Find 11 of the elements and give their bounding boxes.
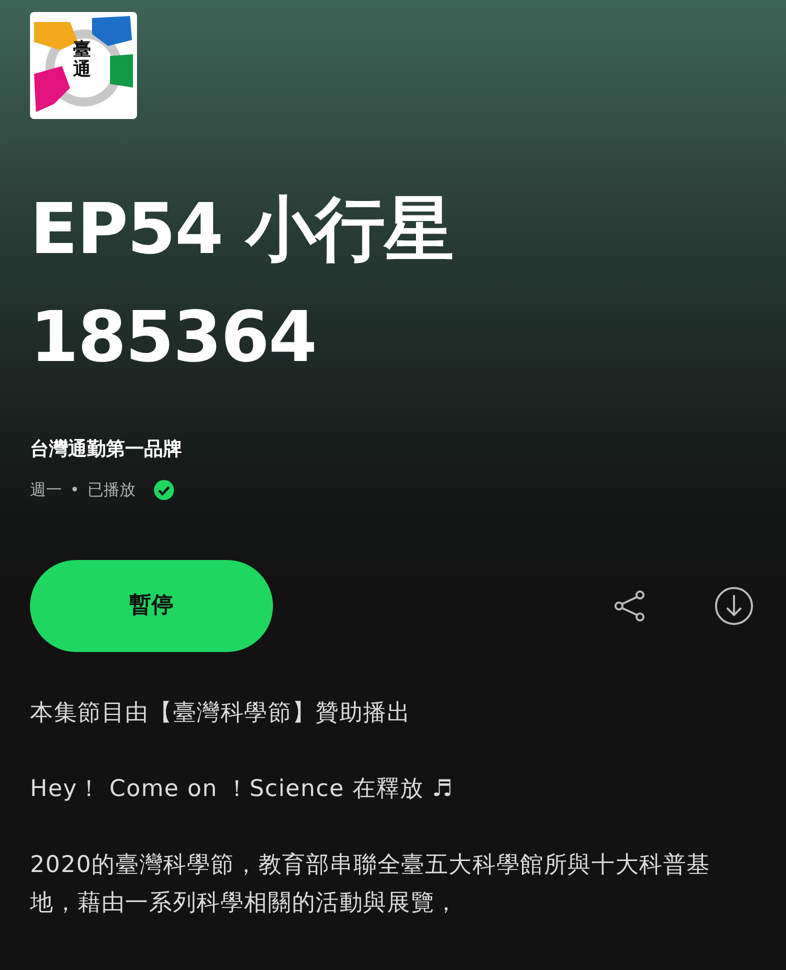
description-paragraph: 本集節目由【臺灣科學節】贊助播出 [30,698,412,728]
separator-dot: • [70,478,80,500]
episode-title: EP54 小行星 185364 [30,187,454,380]
description-paragraph: Hey！ Come on ！Science 在釋放 ♬ [30,774,454,804]
played-status: 已播放 [87,478,136,500]
download-icon[interactable] [714,586,754,626]
logo-text: 臺通 [73,40,91,80]
description-paragraph: 2020的臺灣科學節，教育部串聯全臺五大科學館所與十大科普基地，藉由一系列科學相關的活動與展覽， [30,850,712,918]
release-day: 週一 [30,478,62,502]
pause-button[interactable]: 暫停 [30,560,273,652]
show-name[interactable]: 台灣通勤第一品牌 [30,435,756,464]
